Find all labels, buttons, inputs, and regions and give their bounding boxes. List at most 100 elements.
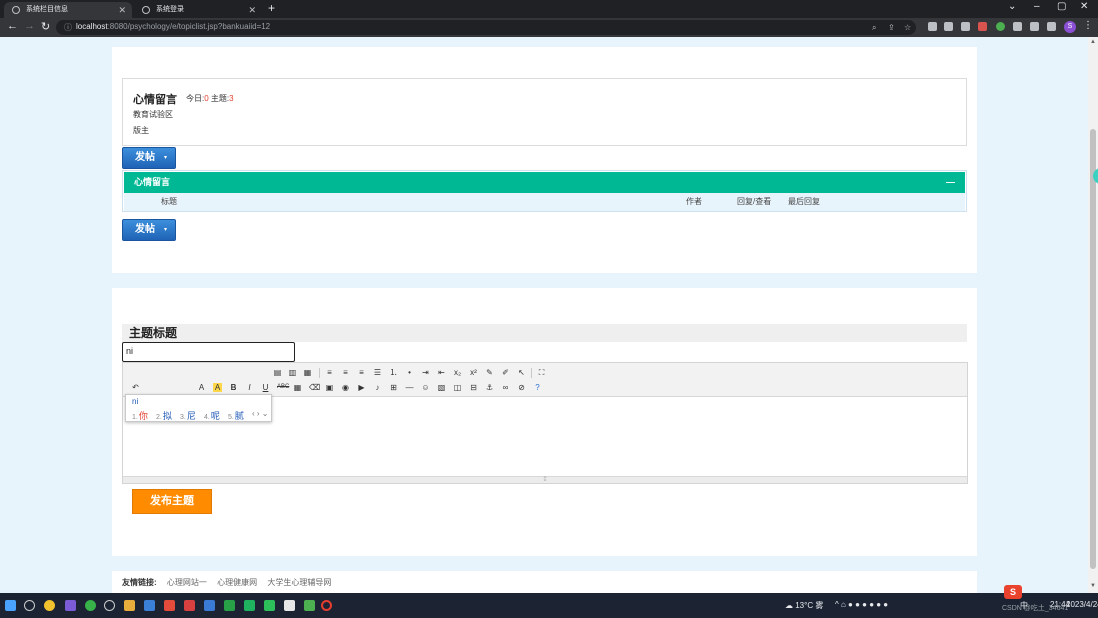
- align-left-icon[interactable]: ≡: [325, 368, 334, 377]
- scroll-down-icon[interactable]: ▼: [1090, 583, 1096, 589]
- friend-link[interactable]: 心理网站一: [167, 578, 207, 587]
- sogou-ime-icon[interactable]: S: [1004, 585, 1022, 599]
- page-scrollbar[interactable]: ▲ ▼: [1088, 37, 1098, 593]
- extension-chat-icon[interactable]: [928, 22, 937, 31]
- tab-system-column-info[interactable]: 系统栏目信息 ✕: [4, 2, 132, 18]
- back-icon[interactable]: ←: [7, 20, 18, 32]
- app-icon[interactable]: [85, 600, 96, 611]
- profile-avatar[interactable]: S: [1064, 21, 1076, 33]
- ime-page-nav[interactable]: ‹ › ⌄: [252, 409, 268, 418]
- extension-shield-icon[interactable]: [978, 22, 987, 31]
- extension-leaf-icon[interactable]: [996, 22, 1005, 31]
- superscript-icon[interactable]: x²: [469, 368, 478, 377]
- app-icon[interactable]: [144, 600, 155, 611]
- extension-camera-icon[interactable]: [944, 22, 953, 31]
- scrollbar-thumb[interactable]: [1090, 129, 1096, 569]
- outdent-icon[interactable]: ⇤: [437, 368, 446, 377]
- resize-handle-icon[interactable]: ⁞⁞: [123, 476, 967, 483]
- highlight-icon[interactable]: A: [213, 383, 222, 392]
- paste-text-icon[interactable]: ▥: [288, 368, 297, 377]
- ime-candidate[interactable]: 5.腻: [228, 409, 244, 422]
- code-icon[interactable]: ◫: [453, 383, 462, 392]
- close-icon[interactable]: ✕: [118, 2, 126, 18]
- unlink-icon[interactable]: ⊘: [517, 383, 526, 392]
- underline-icon[interactable]: U: [261, 383, 270, 392]
- url-field[interactable]: ⓘ localhost:8080/psychology/e/topiclist.…: [56, 20, 916, 35]
- ime-candidate[interactable]: 4.呢: [204, 409, 220, 422]
- align-justify-icon[interactable]: ☰: [373, 368, 382, 377]
- flash-icon[interactable]: ◉: [341, 383, 350, 392]
- ide-icon[interactable]: [65, 600, 76, 611]
- close-icon[interactable]: ✕: [248, 2, 256, 18]
- select-all-icon[interactable]: ↖: [517, 368, 526, 377]
- wechat-icon[interactable]: [244, 600, 255, 611]
- post-button-top[interactable]: 发帖 ▾: [122, 147, 176, 169]
- ime-candidate[interactable]: 2.拟: [156, 409, 172, 422]
- browser-menu-icon[interactable]: ⋮: [1083, 20, 1093, 31]
- extensions-puzzle-icon[interactable]: [1030, 22, 1039, 31]
- weather[interactable]: ☁ 13°C 雾: [785, 600, 823, 611]
- app-icon[interactable]: [104, 600, 115, 611]
- strikethrough-icon[interactable]: ABC: [277, 383, 289, 392]
- bookmark-star-icon[interactable]: ☆: [904, 23, 911, 32]
- extension-list-icon[interactable]: [1013, 22, 1022, 31]
- forward-icon[interactable]: →: [24, 20, 35, 32]
- app-icon[interactable]: [264, 600, 275, 611]
- insert-image-icon[interactable]: ▣: [325, 383, 334, 392]
- publish-topic-button[interactable]: 发布主题: [132, 489, 212, 514]
- collapse-icon[interactable]: —: [946, 172, 955, 193]
- post-button-bottom[interactable]: 发帖 ▾: [122, 219, 176, 241]
- minimize-button[interactable]: –: [1034, 1, 1040, 12]
- horizontal-rule-icon[interactable]: ―: [405, 383, 414, 392]
- tray-icons[interactable]: ^ ⌂ ● ● ● ● ● ●: [835, 600, 888, 609]
- anchor-icon[interactable]: ⚓: [485, 383, 494, 392]
- map-icon[interactable]: ▧: [437, 383, 446, 392]
- align-center-icon[interactable]: ≡: [341, 368, 350, 377]
- subscript-icon[interactable]: x₂: [453, 368, 462, 377]
- eraser-icon[interactable]: ⌫: [309, 383, 320, 392]
- new-tab-button[interactable]: +: [268, 1, 275, 15]
- tab-search-icon[interactable]: ⌄: [1008, 1, 1016, 12]
- search-icon[interactable]: [24, 600, 35, 611]
- align-right-icon[interactable]: ≡: [357, 368, 366, 377]
- ordered-list-icon[interactable]: ⒈: [389, 368, 398, 377]
- audio-icon[interactable]: ♪: [373, 383, 382, 392]
- app-icon[interactable]: [284, 600, 295, 611]
- share-icon[interactable]: ⇪: [888, 23, 895, 32]
- unordered-list-icon[interactable]: •: [405, 368, 414, 377]
- reload-icon[interactable]: ↻: [41, 20, 50, 33]
- clock-date[interactable]: 2023/4/24: [1066, 600, 1098, 609]
- ime-candidate[interactable]: 3.尼: [180, 409, 196, 422]
- insert-table-icon[interactable]: ⊞: [389, 383, 398, 392]
- subject-input[interactable]: ni: [122, 342, 295, 362]
- fullscreen-icon[interactable]: ⛶: [537, 368, 546, 377]
- app-icon[interactable]: [224, 600, 235, 611]
- friend-link[interactable]: 大学生心理辅导网: [267, 578, 331, 587]
- app-icon[interactable]: [204, 600, 215, 611]
- chrome-icon[interactable]: [44, 600, 55, 611]
- format-brush-icon[interactable]: ✐: [501, 368, 510, 377]
- italic-icon[interactable]: I: [245, 383, 254, 392]
- link-icon[interactable]: ∞: [501, 383, 510, 392]
- font-color-icon[interactable]: A: [197, 383, 206, 392]
- bold-icon[interactable]: B: [229, 383, 238, 392]
- paste-icon[interactable]: ▤: [273, 368, 282, 377]
- friend-link[interactable]: 心理健康网: [217, 578, 257, 587]
- ime-candidate[interactable]: 1.你: [132, 409, 148, 422]
- page-break-icon[interactable]: ⊟: [469, 383, 478, 392]
- window-close-button[interactable]: ✕: [1080, 1, 1088, 12]
- media-icon[interactable]: ▶: [357, 383, 366, 392]
- tab-system-login[interactable]: 系统登录 ✕: [134, 2, 262, 18]
- side-panel-icon[interactable]: [1047, 22, 1056, 31]
- clear-format-icon[interactable]: ✎: [485, 368, 494, 377]
- zoom-icon[interactable]: ⌕: [872, 23, 876, 33]
- app-icon[interactable]: [184, 600, 195, 611]
- recorder-icon[interactable]: [321, 600, 332, 611]
- undo-icon[interactable]: ↶: [131, 383, 140, 392]
- info-icon[interactable]: ⓘ: [64, 22, 72, 33]
- indent-icon[interactable]: ⇥: [421, 368, 430, 377]
- app-icon[interactable]: [164, 600, 175, 611]
- scroll-up-icon[interactable]: ▲: [1090, 39, 1096, 45]
- app-icon[interactable]: [304, 600, 315, 611]
- folder-icon[interactable]: [124, 600, 135, 611]
